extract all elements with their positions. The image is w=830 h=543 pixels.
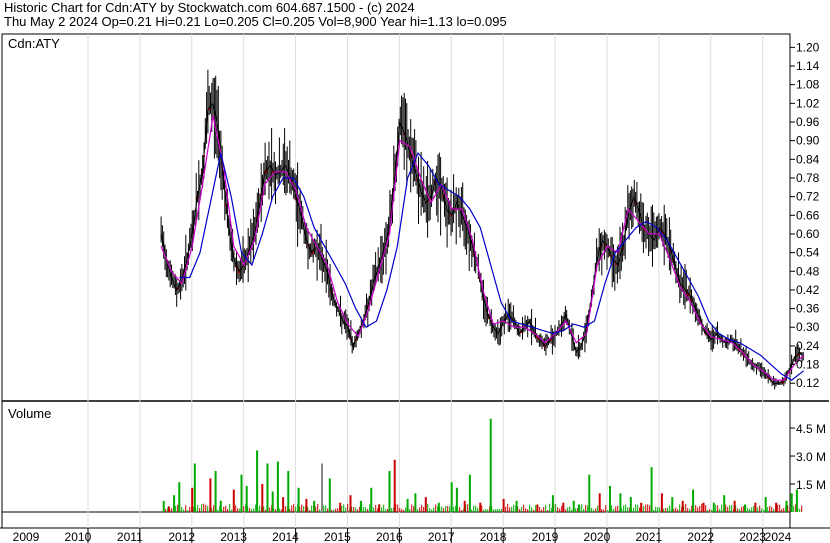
price-tick-label: 0.72: [796, 190, 820, 204]
price-tick-label: 0.24: [796, 339, 820, 353]
price-tick-label: 0.78: [796, 171, 820, 185]
volume-panel-title: Volume: [8, 406, 51, 421]
volume-tick-label: 3.0 M: [796, 450, 826, 464]
year-tick-label: 2013: [220, 530, 247, 543]
price-tick-label: 0.12: [796, 376, 820, 390]
plot-border: [1, 33, 791, 529]
year-gridlines: [87, 34, 764, 528]
year-tick-label: 2023: [739, 530, 766, 543]
chart-frame: [0, 33, 830, 529]
year-tick-label: 2022: [687, 530, 714, 543]
price-tick-label: 1.14: [796, 59, 820, 73]
price-noise-bars: [160, 69, 804, 390]
year-tick-label: 2011: [117, 530, 143, 543]
year-tick-label: 2010: [65, 530, 92, 543]
close-price-line: [160, 102, 804, 384]
price-axis: 1.20 1.14 1.08 1.02 0.96 0.90 0.84 0.78 0.72 0.66…: [790, 40, 820, 390]
year-tick-label: 2021: [635, 530, 662, 543]
price-tick-label: 0.96: [796, 115, 820, 129]
price-tick-label: 0.84: [796, 152, 820, 166]
long-moving-average-line: [179, 151, 804, 381]
price-tick-label: 0.42: [796, 283, 820, 297]
volume-tick-label: 4.5 M: [796, 422, 826, 436]
chart-header-title: Historic Chart for Cdn:ATY by Stockwatch…: [4, 0, 415, 15]
price-tick-label: 0.66: [796, 208, 820, 222]
volume-bars: [162, 418, 803, 512]
year-axis: 2009 2010 2011 2012 2013 2014 2015 2016 2017 2018…: [13, 528, 792, 543]
price-tick-label: 0.60: [796, 227, 820, 241]
price-series: [160, 102, 805, 384]
stock-chart: 1.20 1.14 1.08 1.02 0.96 0.90 0.84 0.78 0.72 0.66…: [0, 33, 830, 543]
year-tick-label: 2024: [765, 530, 792, 543]
price-tick-label: 1.02: [796, 96, 820, 110]
year-tick-label: 2017: [428, 530, 455, 543]
chart-header-quote: Thu May 2 2024 Op=0.21 Hi=0.21 Lo=0.205 …: [4, 14, 507, 29]
price-tick-label: 0.36: [796, 302, 820, 316]
year-tick-label: 2016: [376, 530, 403, 543]
year-tick-label: 2009: [13, 530, 40, 543]
price-tick-label: 1.20: [796, 40, 820, 54]
price-tick-label: 0.90: [796, 134, 820, 148]
year-tick-label: 2019: [532, 530, 559, 543]
price-tick-label: 0.30: [796, 320, 820, 334]
year-tick-label: 2015: [324, 530, 351, 543]
year-tick-label: 2014: [272, 530, 299, 543]
price-tick-label: 0.48: [796, 264, 820, 278]
price-tick-label: 1.08: [796, 78, 820, 92]
price-tick-label: 0.18: [796, 358, 820, 372]
year-tick-label: 2020: [584, 530, 611, 543]
price-tick-label: 0.54: [796, 246, 820, 260]
price-panel-title: Cdn:ATY: [8, 36, 60, 51]
year-tick-label: 2012: [168, 530, 195, 543]
year-tick-label: 2018: [480, 530, 507, 543]
volume-axis: 4.5 M 3.0 M 1.5 M: [790, 422, 826, 492]
volume-tick-label: 1.5 M: [796, 478, 826, 492]
